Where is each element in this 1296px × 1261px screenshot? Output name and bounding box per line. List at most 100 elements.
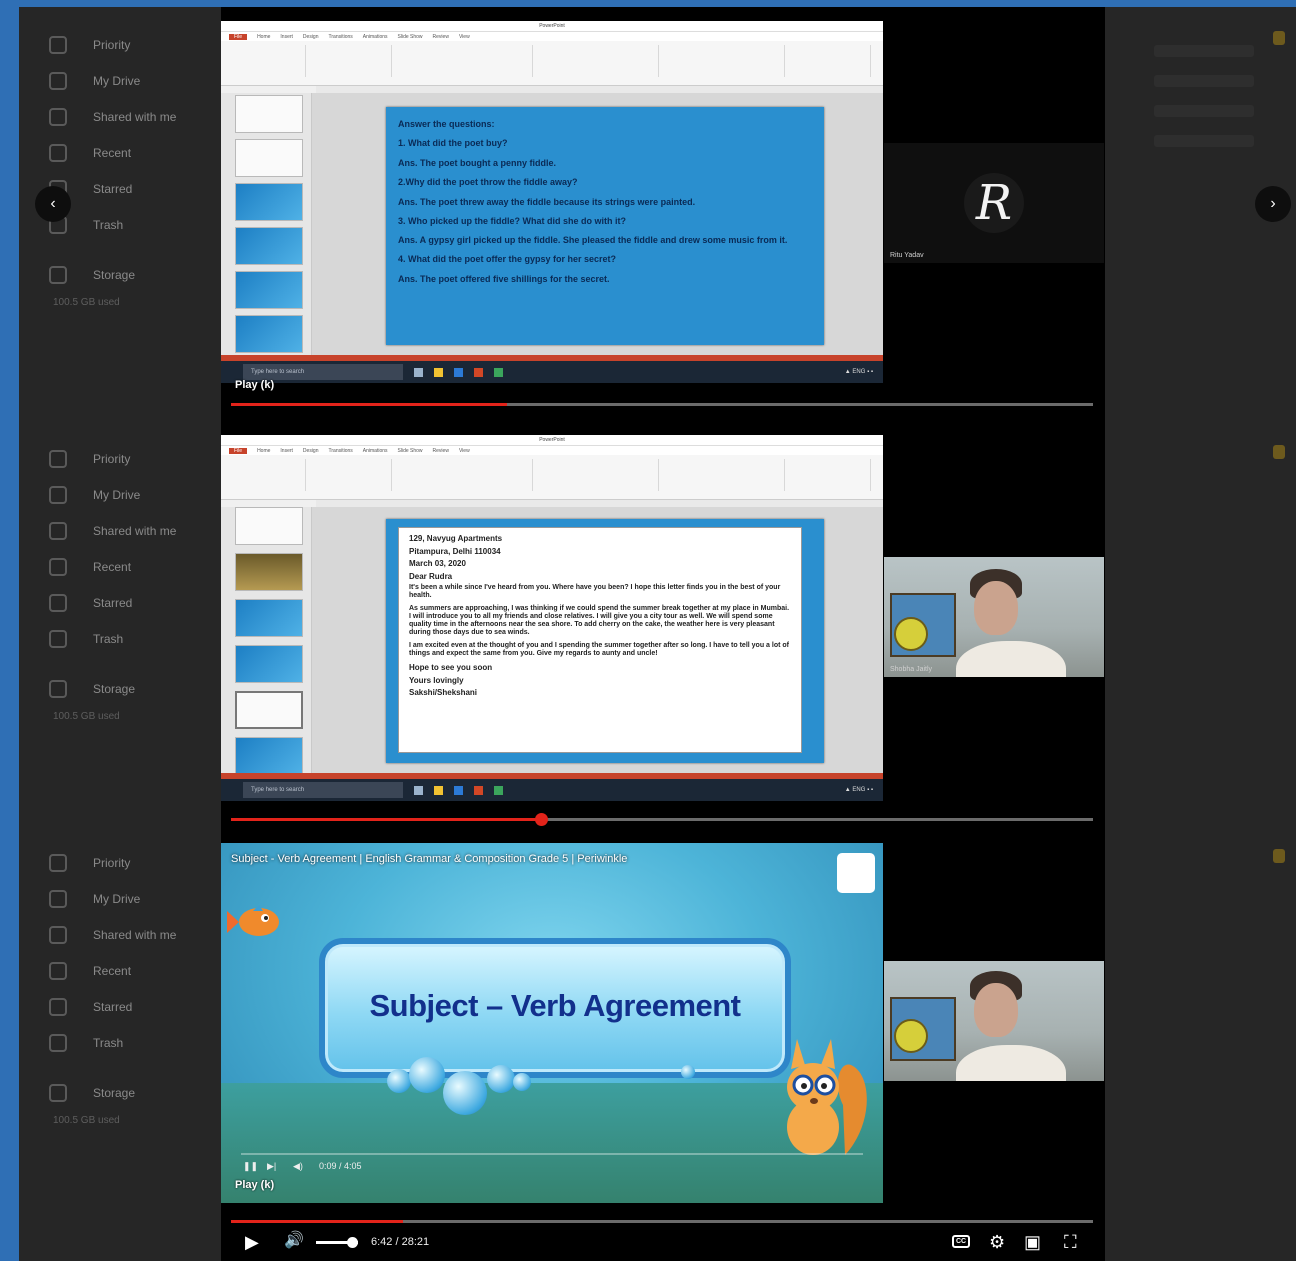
sidebar-item-shared[interactable]: Shared with me bbox=[49, 513, 219, 549]
letter-text-box[interactable]: 129, Navyug Apartments Pitampura, Delhi … bbox=[398, 527, 802, 753]
video-content[interactable]: Subject - Verb Agreement | English Gramm… bbox=[221, 843, 883, 1203]
paragraph-group[interactable] bbox=[538, 459, 659, 491]
tab-transitions[interactable]: Transitions bbox=[329, 34, 353, 40]
play-tooltip: Play (k) bbox=[235, 1179, 275, 1191]
current-slide[interactable]: 129, Navyug Apartments Pitampura, Delhi … bbox=[386, 519, 824, 763]
file-explorer-icon[interactable] bbox=[434, 785, 443, 795]
editing-group[interactable] bbox=[790, 45, 871, 77]
tab-design[interactable]: Design bbox=[303, 34, 319, 40]
slide-thumbnail[interactable] bbox=[235, 315, 303, 353]
sidebar-item-priority[interactable]: Priority bbox=[49, 845, 219, 881]
tab-transitions[interactable]: Transitions bbox=[329, 448, 353, 454]
file-explorer-icon[interactable] bbox=[434, 367, 443, 377]
edge-icon[interactable] bbox=[454, 367, 463, 377]
tab-home[interactable]: Home bbox=[257, 34, 270, 40]
sidebar-item-priority[interactable]: Priority bbox=[49, 441, 219, 477]
taskbar-search[interactable]: Type here to search bbox=[243, 782, 403, 798]
slide-thumbnail[interactable] bbox=[235, 95, 303, 133]
participant-tile-initial[interactable]: R Ritu Yadav bbox=[884, 143, 1104, 263]
sidebar-item-recent[interactable]: Recent bbox=[49, 135, 219, 171]
slide-thumbnail[interactable] bbox=[235, 737, 303, 775]
sidebar-item-shared[interactable]: Shared with me bbox=[49, 99, 219, 135]
paragraph-group[interactable] bbox=[538, 45, 659, 77]
sidebar-item-trash[interactable]: Trash bbox=[49, 207, 219, 243]
tab-slideshow[interactable]: Slide Show bbox=[398, 34, 423, 40]
seek-bar-progress bbox=[231, 403, 507, 406]
font-group[interactable] bbox=[397, 45, 533, 77]
clipboard-group[interactable] bbox=[225, 459, 306, 491]
slide-thumbnail[interactable] bbox=[235, 553, 303, 591]
tab-file[interactable]: File bbox=[229, 33, 248, 40]
tab-animations[interactable]: Animations bbox=[363, 448, 388, 454]
sidebar-item-my-drive[interactable]: My Drive bbox=[49, 63, 219, 99]
tab-view[interactable]: View bbox=[459, 448, 470, 454]
slide-thumbnail[interactable] bbox=[235, 227, 303, 265]
tab-file[interactable]: File bbox=[229, 447, 248, 454]
participant-tile-camera[interactable]: Shobha Jaitly bbox=[884, 557, 1104, 677]
task-view-icon[interactable] bbox=[414, 367, 423, 377]
taskbar-search[interactable]: Type here to search bbox=[243, 364, 403, 380]
drawing-group[interactable] bbox=[664, 459, 785, 491]
slide-thumbnail-selected[interactable] bbox=[235, 691, 303, 729]
sidebar-item-storage[interactable]: Storage bbox=[49, 1075, 219, 1111]
task-view-icon[interactable] bbox=[414, 785, 423, 795]
volume-icon[interactable]: 🔊 bbox=[284, 1232, 304, 1250]
slide-thumbnail[interactable] bbox=[235, 645, 303, 683]
sidebar-item-starred[interactable]: Starred bbox=[49, 585, 219, 621]
play-icon[interactable]: ▶ bbox=[245, 1233, 259, 1251]
next-arrow-button[interactable]: › bbox=[1255, 186, 1291, 222]
slides-group[interactable] bbox=[311, 459, 392, 491]
sidebar-item-my-drive[interactable]: My Drive bbox=[49, 477, 219, 513]
captions-icon[interactable]: CC bbox=[952, 1235, 970, 1248]
tab-review[interactable]: Review bbox=[433, 34, 449, 40]
current-slide[interactable]: Answer the questions: 1. What did the po… bbox=[386, 107, 824, 345]
tab-animations[interactable]: Animations bbox=[363, 34, 388, 40]
chrome-icon[interactable] bbox=[494, 367, 503, 377]
seek-bar-top[interactable] bbox=[231, 403, 1093, 406]
sidebar-item-priority[interactable]: Priority bbox=[49, 27, 219, 63]
participant-tile-camera[interactable] bbox=[884, 961, 1104, 1081]
slide-thumbnail[interactable] bbox=[235, 139, 303, 177]
embedded-next-icon: ▶| bbox=[267, 1161, 277, 1171]
seek-bar-middle[interactable] bbox=[231, 813, 1093, 826]
sidebar-item-recent[interactable]: Recent bbox=[49, 549, 219, 585]
powerpoint-icon[interactable] bbox=[474, 785, 483, 795]
volume-handle[interactable] bbox=[346, 1237, 358, 1248]
drive-sidebar-repeat: Priority My Drive Shared with me Recent … bbox=[49, 441, 219, 722]
settings-icon[interactable]: ⚙ bbox=[989, 1233, 1005, 1251]
sidebar-item-starred[interactable]: Starred bbox=[49, 171, 219, 207]
miniplayer-icon[interactable]: ▣ bbox=[1024, 1233, 1041, 1251]
sidebar-item-recent[interactable]: Recent bbox=[49, 953, 219, 989]
tab-slideshow[interactable]: Slide Show bbox=[398, 448, 423, 454]
sidebar-item-storage[interactable]: Storage bbox=[49, 257, 219, 293]
slides-group[interactable] bbox=[311, 45, 392, 77]
slide-thumbnail[interactable] bbox=[235, 271, 303, 309]
tab-insert[interactable]: Insert bbox=[280, 34, 293, 40]
previous-arrow-button[interactable]: ‹ bbox=[35, 186, 71, 222]
tab-design[interactable]: Design bbox=[303, 448, 319, 454]
tab-home[interactable]: Home bbox=[257, 448, 270, 454]
tab-review[interactable]: Review bbox=[433, 448, 449, 454]
font-group[interactable] bbox=[397, 459, 533, 491]
sidebar-item-my-drive[interactable]: My Drive bbox=[49, 881, 219, 917]
drawing-group[interactable] bbox=[664, 45, 785, 77]
seek-bar-handle[interactable] bbox=[535, 813, 549, 826]
sidebar-item-starred[interactable]: Starred bbox=[49, 989, 219, 1025]
sidebar-item-trash[interactable]: Trash bbox=[49, 621, 219, 657]
sidebar-item-storage[interactable]: Storage bbox=[49, 671, 219, 707]
tab-insert[interactable]: Insert bbox=[280, 448, 293, 454]
tab-view[interactable]: View bbox=[459, 34, 470, 40]
editing-group[interactable] bbox=[790, 459, 871, 491]
fullscreen-icon[interactable]: ⛶ bbox=[1064, 1233, 1077, 1251]
sidebar-item-shared[interactable]: Shared with me bbox=[49, 917, 219, 953]
edge-icon[interactable] bbox=[454, 785, 463, 795]
sidebar-item-trash[interactable]: Trash bbox=[49, 1025, 219, 1061]
slide-thumbnail[interactable] bbox=[235, 183, 303, 221]
chrome-icon[interactable] bbox=[494, 785, 503, 795]
slide-thumbnail[interactable] bbox=[235, 599, 303, 637]
clipboard-group[interactable] bbox=[225, 45, 306, 77]
powerpoint-icon[interactable] bbox=[474, 367, 483, 377]
seek-bar-bottom[interactable] bbox=[231, 1220, 1093, 1223]
slide-thumbnail[interactable] bbox=[235, 507, 303, 545]
windows-taskbar: Type here to search ▲ ENG ▪ ▪ bbox=[221, 361, 883, 383]
